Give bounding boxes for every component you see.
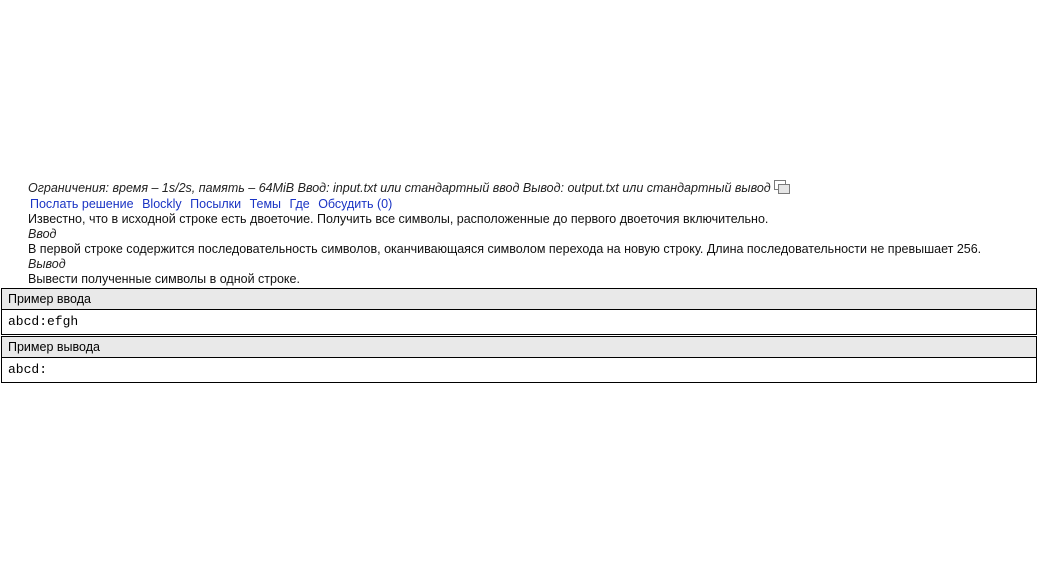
output-section-title: Вывод — [28, 257, 66, 271]
blockly-link[interactable]: Blockly — [142, 197, 182, 211]
output-description: Вывести полученные символы в одной строк… — [28, 272, 300, 286]
where-link[interactable]: Где — [290, 197, 310, 211]
copy-icon[interactable] — [773, 180, 790, 194]
submit-solution-link[interactable]: Послать решение — [30, 197, 134, 211]
problem-links: Послать решение Blockly Посылки Темы Где… — [28, 197, 1028, 212]
limits-line: Ограничения: время – 1s/2s, память – 64M… — [28, 180, 1028, 196]
sample-output-label: Пример вывода — [2, 337, 1036, 358]
submissions-link[interactable]: Посылки — [190, 197, 241, 211]
sample-input-label: Пример ввода — [2, 289, 1036, 310]
problem-page: Ограничения: время – 1s/2s, память – 64M… — [0, 0, 1038, 564]
sample-input-block: Пример ввода abcd:efgh — [1, 288, 1037, 335]
sample-output-block: Пример вывода abcd: — [1, 336, 1037, 383]
limits-text: Ограничения: время – 1s/2s, память – 64M… — [28, 181, 771, 195]
sample-output-value: abcd: — [2, 358, 1036, 382]
sample-input-value: abcd:efgh — [2, 310, 1036, 334]
problem-statement: Ограничения: время – 1s/2s, память – 64M… — [28, 180, 1028, 287]
discuss-link[interactable]: Обсудить (0) — [318, 197, 392, 211]
input-description: В первой строке содержится последователь… — [28, 242, 982, 256]
topics-link[interactable]: Темы — [250, 197, 281, 211]
input-section-title: Ввод — [28, 227, 57, 241]
problem-text: Известно, что в исходной строке есть дво… — [28, 212, 769, 226]
